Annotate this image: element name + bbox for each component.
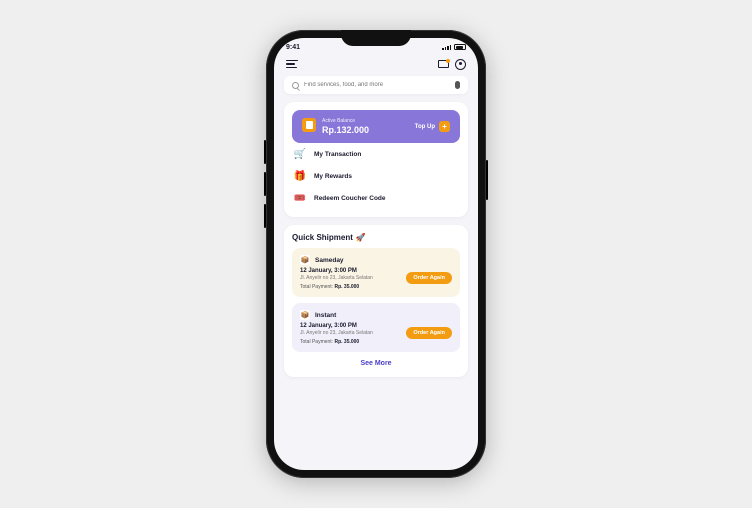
search-input[interactable] bbox=[304, 82, 450, 88]
search-icon bbox=[292, 82, 299, 89]
topup-label: Top Up bbox=[415, 124, 435, 130]
gift-icon: 🎁 bbox=[294, 170, 306, 182]
battery-icon bbox=[454, 44, 466, 50]
wallet-card: Active Balance Rp.132.000 Top Up + 🛒 My … bbox=[284, 102, 468, 217]
signal-icon bbox=[442, 45, 451, 50]
mic-icon[interactable] bbox=[455, 81, 460, 89]
shipment-name: Instant bbox=[315, 312, 336, 319]
quick-shipment-card: Quick Shipment 🚀 📦 Sameday 12 January, 3… bbox=[284, 225, 468, 377]
order-again-button[interactable]: Order Again bbox=[406, 272, 452, 284]
screen: 9:41 bbox=[274, 38, 478, 470]
phone-frame: 9:41 bbox=[266, 30, 486, 478]
shipment-total: Total Payment: Rp. 35.000 bbox=[300, 339, 452, 345]
menu-rewards[interactable]: 🎁 My Rewards bbox=[292, 165, 460, 187]
order-again-button[interactable]: Order Again bbox=[406, 327, 452, 339]
quick-shipment-title-text: Quick Shipment bbox=[292, 233, 353, 242]
shipment-item-sameday[interactable]: 📦 Sameday 12 January, 3:00 PM Jl. Anyeli… bbox=[292, 248, 460, 297]
menu-rewards-label: My Rewards bbox=[314, 173, 352, 180]
menu-transaction-label: My Transaction bbox=[314, 151, 361, 158]
rocket-icon: 🚀 bbox=[356, 233, 366, 242]
quick-shipment-title: Quick Shipment 🚀 bbox=[292, 233, 460, 242]
status-time: 9:41 bbox=[286, 44, 300, 51]
plus-icon: + bbox=[439, 121, 450, 132]
app-bar bbox=[274, 56, 478, 76]
search-bar[interactable] bbox=[284, 76, 468, 94]
topup-button[interactable]: Top Up + bbox=[415, 121, 450, 132]
wallet-icon bbox=[302, 118, 316, 132]
package-icon: 📦 bbox=[300, 255, 310, 265]
menu-transaction[interactable]: 🛒 My Transaction bbox=[292, 143, 460, 165]
balance-label: Active Balance bbox=[322, 118, 369, 124]
see-more-link[interactable]: See More bbox=[292, 358, 460, 369]
profile-icon[interactable] bbox=[455, 59, 466, 70]
cart-icon: 🛒 bbox=[294, 148, 306, 160]
notch bbox=[341, 30, 411, 46]
menu-icon[interactable] bbox=[286, 58, 298, 70]
shipment-name: Sameday bbox=[315, 257, 344, 264]
content-scroll[interactable]: Active Balance Rp.132.000 Top Up + 🛒 My … bbox=[274, 76, 478, 377]
inbox-icon[interactable] bbox=[438, 60, 449, 68]
status-icons bbox=[442, 44, 466, 50]
ticket-icon: 🎟️ bbox=[294, 192, 306, 204]
balance-panel: Active Balance Rp.132.000 Top Up + bbox=[292, 110, 460, 143]
package-icon: 📦 bbox=[300, 310, 310, 320]
shipment-item-instant[interactable]: 📦 Instant 12 January, 3:00 PM Jl. Anyeli… bbox=[292, 303, 460, 352]
shipment-total: Total Payment: Rp. 35.000 bbox=[300, 284, 452, 290]
balance-amount: Rp.132.000 bbox=[322, 125, 369, 135]
menu-redeem-label: Redeem Coucher Code bbox=[314, 195, 386, 202]
menu-redeem[interactable]: 🎟️ Redeem Coucher Code bbox=[292, 187, 460, 209]
